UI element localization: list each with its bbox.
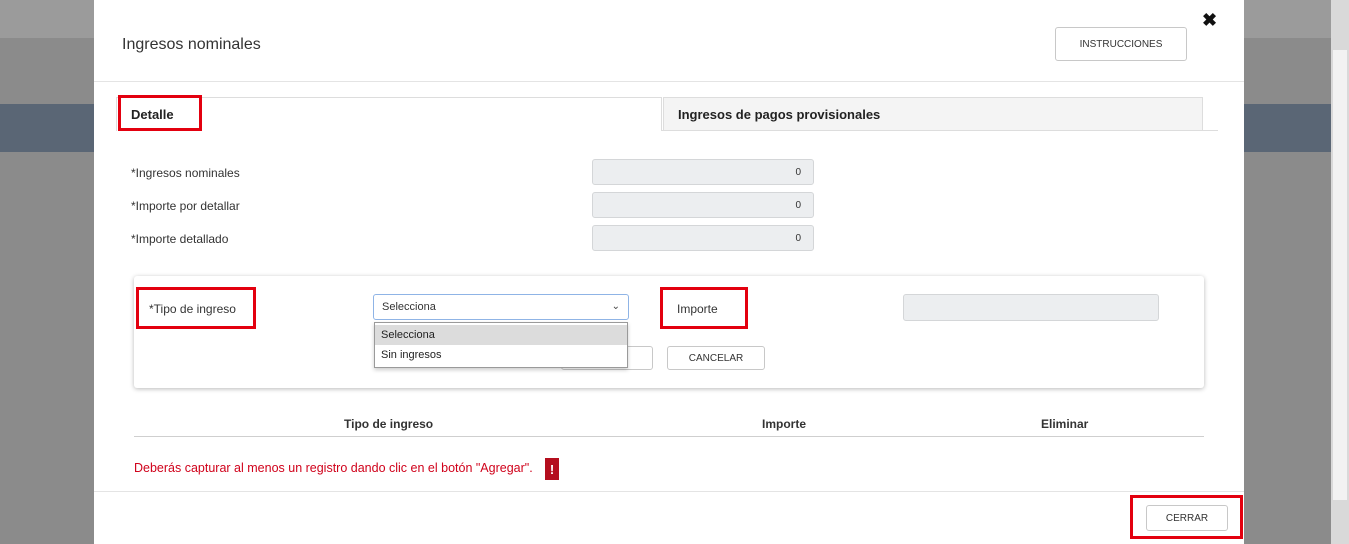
scrollbar-thumb[interactable] [1333,50,1347,500]
dropdown-option-sin-ingresos[interactable]: Sin ingresos [375,345,627,365]
table-header-divider [134,436,1204,437]
tab-ingresos-pagos-provisionales[interactable]: Ingresos de pagos provisionales [663,97,1203,131]
ingresos-nominales-field[interactable]: 0 [592,159,814,185]
highlight-box-cerrar [1130,495,1243,539]
tipo-de-ingreso-dropdown: Selecciona Sin ingresos [374,322,628,368]
dropdown-option-selecciona[interactable]: Selecciona [375,325,627,345]
highlight-box-detalle [118,95,202,131]
column-header-eliminar: Eliminar [1041,417,1089,431]
error-message: Deberás capturar al menos un registro da… [134,461,533,475]
ingresos-nominales-value: 0 [795,166,801,178]
importe-detallado-label: *Importe detallado [131,232,229,246]
modal-title: Ingresos nominales [122,36,261,53]
footer-divider [94,491,1244,492]
chevron-down-icon: ⌄ [611,301,620,312]
importe-por-detallar-value: 0 [795,199,801,211]
error-badge-icon: ! [545,458,559,480]
importe-por-detallar-label: *Importe por detallar [131,199,240,213]
modal-header: Ingresos nominales INSTRUCCIONES ✖ [94,0,1244,82]
select-value: Selecciona [382,301,436,313]
cancelar-button[interactable]: CANCELAR [667,346,765,370]
column-header-importe: Importe [762,417,807,431]
importe-por-detallar-field[interactable]: 0 [592,192,814,218]
highlight-box-importe [660,287,748,329]
page-scrollbar[interactable] [1331,0,1349,544]
tab-divider [662,130,1218,131]
importe-detallado-field[interactable]: 0 [592,225,814,251]
instrucciones-button[interactable]: INSTRUCCIONES [1055,27,1187,61]
tab-pagos-label: Ingresos de pagos provisionales [678,106,881,122]
tipo-de-ingreso-select[interactable]: Selecciona ⌄ [373,294,629,320]
importe-detallado-value: 0 [795,232,801,244]
importe-input[interactable] [903,294,1159,321]
ingresos-nominales-label: *Ingresos nominales [131,166,240,180]
close-icon[interactable]: ✖ [1202,10,1217,31]
highlight-box-tipo-de-ingreso [136,287,256,329]
column-header-tipo-de-ingreso: Tipo de ingreso [344,417,434,431]
ingresos-nominales-modal: Ingresos nominales INSTRUCCIONES ✖ Detal… [94,0,1244,544]
